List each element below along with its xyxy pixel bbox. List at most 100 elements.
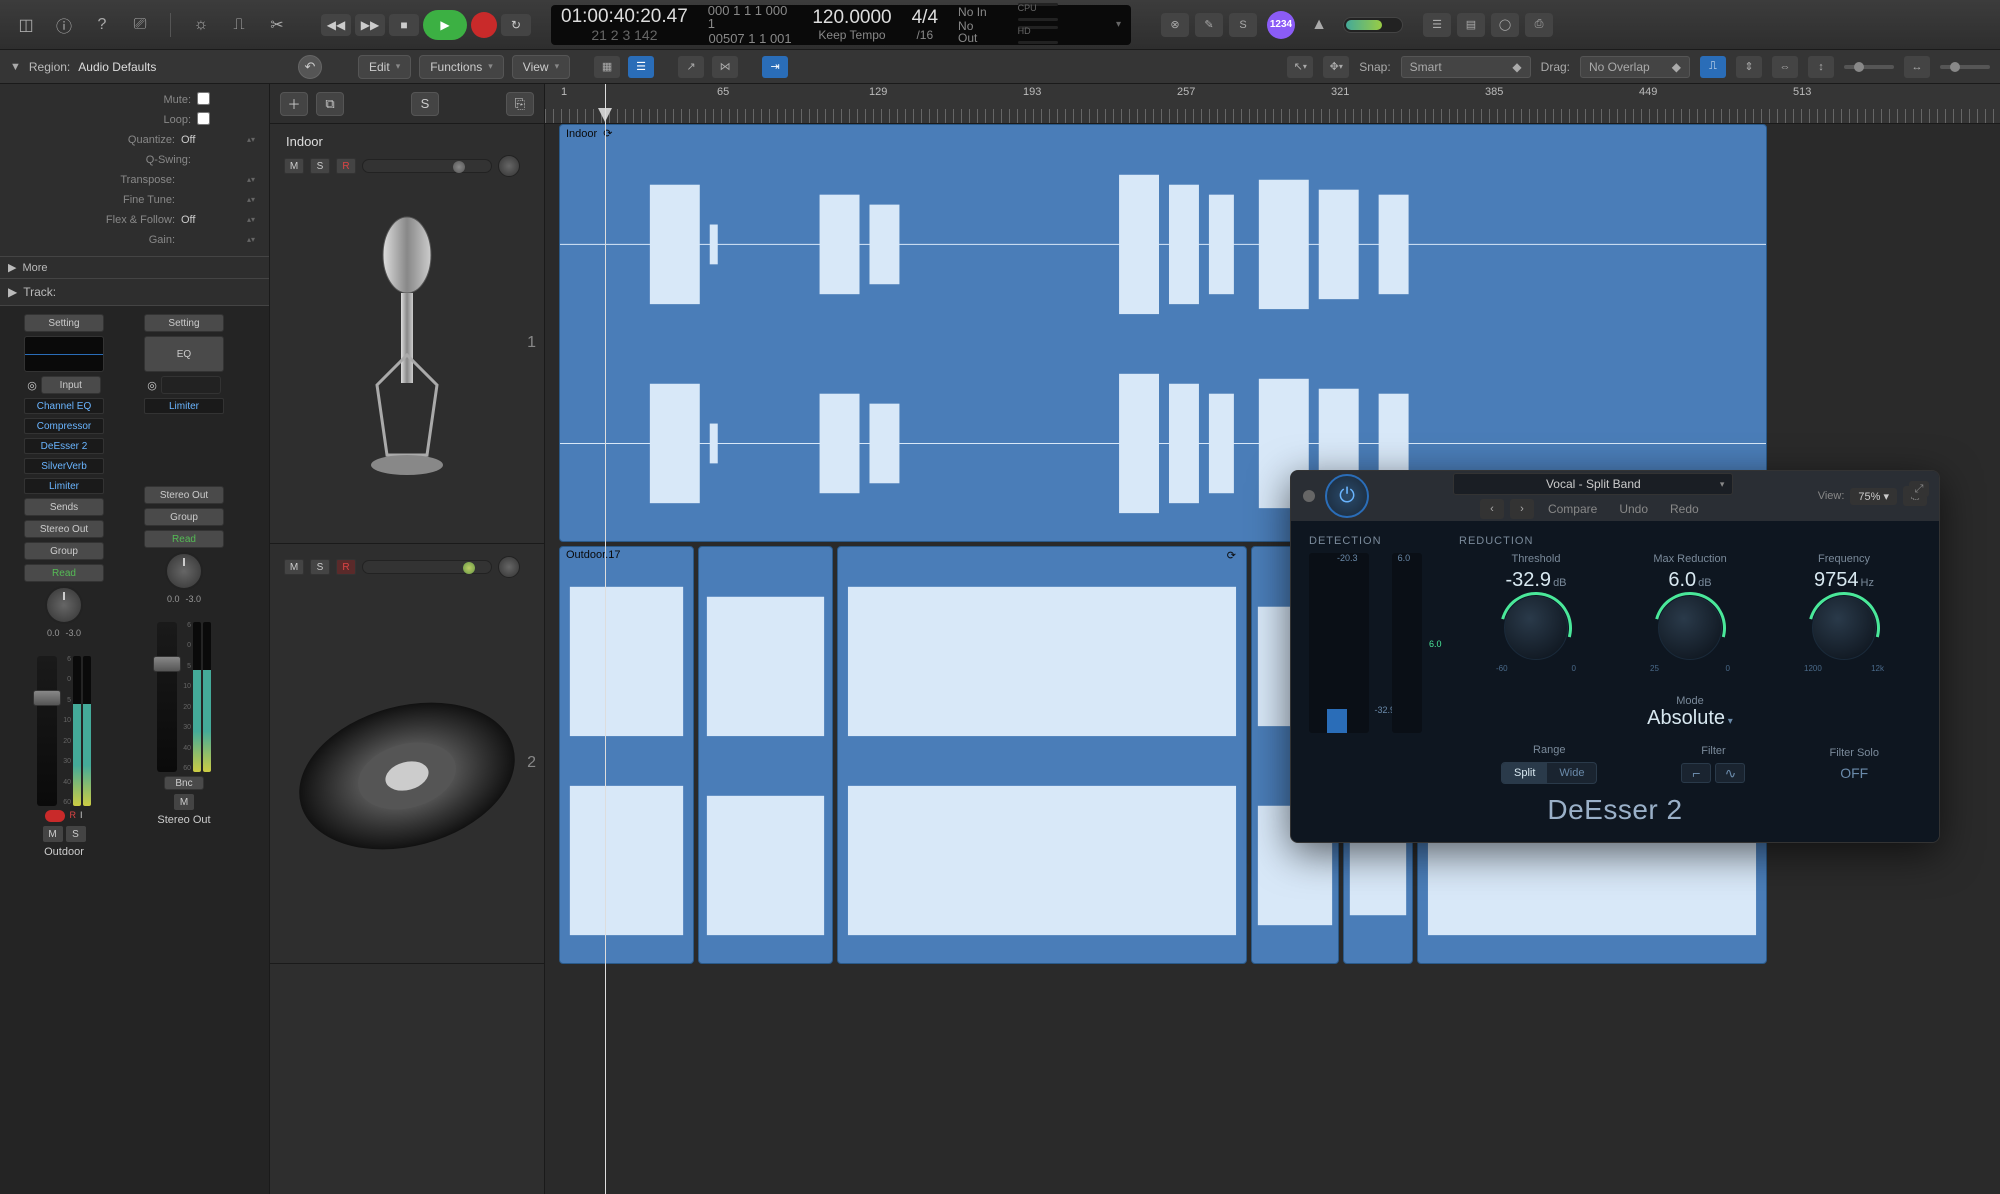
- loop-checkbox[interactable]: [197, 112, 210, 125]
- power-button[interactable]: ⏻: [1325, 474, 1369, 518]
- list-editors-icon[interactable]: ☰: [1423, 13, 1451, 37]
- output-button[interactable]: Stereo Out: [24, 520, 104, 538]
- frequency-value[interactable]: 9754: [1814, 569, 1859, 591]
- input-empty[interactable]: [161, 376, 221, 394]
- automation-button[interactable]: Read: [24, 564, 104, 582]
- waveform-zoom-icon[interactable]: ⎍: [1700, 56, 1726, 78]
- output-button[interactable]: Stereo Out: [144, 486, 224, 504]
- solo-icon[interactable]: S: [1229, 13, 1257, 37]
- sends-button[interactable]: Sends: [24, 498, 104, 516]
- shelf-filter-icon[interactable]: ⌐: [1681, 763, 1711, 783]
- volume-fader[interactable]: [37, 656, 57, 806]
- stereo-icon[interactable]: ◎: [27, 379, 37, 392]
- region-disclosure[interactable]: ▼: [10, 61, 21, 73]
- peak-filter-icon[interactable]: ∿: [1715, 763, 1745, 783]
- hzoom-icon[interactable]: ⇔: [1772, 56, 1798, 78]
- help-icon[interactable]: ?: [88, 13, 116, 37]
- range-toggle[interactable]: SplitWide: [1501, 762, 1597, 784]
- volume-slider[interactable]: [362, 159, 492, 173]
- audio-region[interactable]: [698, 546, 833, 964]
- next-preset-button[interactable]: ›: [1510, 499, 1534, 519]
- catch-playhead-button[interactable]: ⎘: [506, 92, 534, 116]
- position-sub[interactable]: 00507 1 1 001: [709, 32, 792, 45]
- setting-button[interactable]: Setting: [144, 314, 224, 332]
- hzoom2-icon[interactable]: ↔: [1904, 56, 1930, 78]
- cycle-button[interactable]: ↻: [501, 14, 531, 36]
- region-value[interactable]: Audio Defaults: [78, 60, 156, 74]
- flex-stepper[interactable]: ▴▾: [247, 216, 257, 224]
- vzoom2-icon[interactable]: ↕: [1808, 56, 1834, 78]
- notes-icon[interactable]: ▤: [1457, 13, 1485, 37]
- horizontal-zoom-slider[interactable]: [1940, 65, 1990, 69]
- strip-name[interactable]: Outdoor: [44, 846, 84, 858]
- library-icon[interactable]: ◫: [12, 13, 40, 37]
- tempo-mode[interactable]: Keep Tempo: [818, 29, 885, 41]
- bars-beats[interactable]: 21 2 3 142: [591, 28, 657, 42]
- solo-button[interactable]: S: [310, 559, 330, 575]
- threshold-value[interactable]: -32.9: [1505, 569, 1551, 591]
- rec-enable[interactable]: [45, 810, 65, 822]
- add-track-button[interactable]: ＋: [280, 92, 308, 116]
- drag-select[interactable]: No Overlap◆: [1580, 56, 1690, 78]
- global-solo-button[interactable]: S: [411, 92, 439, 116]
- track-header-2[interactable]: M S R 2: [270, 544, 544, 964]
- automation-icon[interactable]: ↗: [678, 56, 704, 78]
- play-button[interactable]: ▶: [423, 10, 467, 40]
- solo-button[interactable]: S: [66, 826, 86, 842]
- mixer-icon[interactable]: ⎍: [225, 13, 253, 37]
- autopunch-icon[interactable]: ✎: [1195, 13, 1223, 37]
- undo-button[interactable]: Undo: [1611, 502, 1656, 516]
- track-name[interactable]: Indoor: [280, 134, 534, 149]
- insert-slot[interactable]: Compressor: [24, 418, 104, 434]
- mute-button[interactable]: M: [284, 158, 304, 174]
- catch-icon[interactable]: ⇥: [762, 56, 788, 78]
- input-button[interactable]: Input: [41, 376, 101, 394]
- prev-preset-button[interactable]: ‹: [1480, 499, 1504, 519]
- info-icon[interactable]: ⓘ: [50, 13, 78, 37]
- duplicate-track-button[interactable]: ⧉: [316, 92, 344, 116]
- filtersolo-button[interactable]: OFF: [1840, 765, 1868, 781]
- finetune-stepper[interactable]: ▴▾: [247, 196, 257, 204]
- frequency-knob[interactable]: [1812, 596, 1876, 660]
- bounce-button[interactable]: Bnc: [164, 776, 204, 790]
- setting-button[interactable]: Setting: [24, 314, 104, 332]
- solo-button[interactable]: S: [310, 158, 330, 174]
- group-button[interactable]: Group: [144, 508, 224, 526]
- preset-selector[interactable]: Vocal - Split Band: [1453, 473, 1733, 495]
- division[interactable]: /16: [916, 29, 933, 41]
- alt-tool-icon[interactable]: ✥▾: [1323, 56, 1349, 78]
- toolbar-icon[interactable]: ⎚: [126, 13, 154, 37]
- replace-icon[interactable]: ⊗: [1161, 13, 1189, 37]
- mute-button[interactable]: M: [284, 559, 304, 575]
- lcd-menu-icon[interactable]: ▾: [1116, 19, 1121, 30]
- transpose-stepper[interactable]: ▴▾: [247, 176, 257, 184]
- position-top[interactable]: 000 1 1 1 000 1: [708, 4, 793, 30]
- view-menu[interactable]: View: [512, 55, 570, 79]
- eq-thumbnail[interactable]: [24, 336, 104, 372]
- mute-checkbox[interactable]: [197, 92, 210, 105]
- tuner-icon[interactable]: ▲: [1305, 13, 1333, 37]
- threshold-knob[interactable]: [1504, 596, 1568, 660]
- snap-select[interactable]: Smart◆: [1401, 56, 1531, 78]
- maxreduction-value[interactable]: 6.0: [1668, 569, 1696, 591]
- flex-value[interactable]: Off: [181, 214, 241, 226]
- vzoom-icon[interactable]: ⇕: [1736, 56, 1762, 78]
- insert-slot[interactable]: SilverVerb: [24, 458, 104, 474]
- eq-button[interactable]: EQ: [144, 336, 224, 372]
- functions-menu[interactable]: Functions: [419, 55, 504, 79]
- sync-out[interactable]: No Out: [958, 20, 994, 44]
- compare-button[interactable]: Compare: [1540, 502, 1605, 516]
- sync-in[interactable]: No In: [958, 6, 987, 18]
- back-button[interactable]: ↶: [298, 55, 322, 79]
- mute-button[interactable]: M: [43, 826, 63, 842]
- quantize-stepper[interactable]: ▴▾: [247, 136, 257, 144]
- timecode[interactable]: 01:00:40:20.47: [561, 7, 688, 26]
- grid-view-icon[interactable]: ▦: [594, 56, 620, 78]
- forward-button[interactable]: ▶▶: [355, 14, 385, 36]
- tempo-value[interactable]: 120.0000: [812, 8, 891, 27]
- more-disclosure[interactable]: ▶ More: [0, 256, 269, 279]
- close-button[interactable]: [1303, 490, 1315, 502]
- ruler[interactable]: 1 65 129 193 257 321 385 449 513: [545, 84, 2000, 124]
- flex-icon[interactable]: ⋈: [712, 56, 738, 78]
- track-header-1[interactable]: Indoor M S R 1: [270, 124, 544, 544]
